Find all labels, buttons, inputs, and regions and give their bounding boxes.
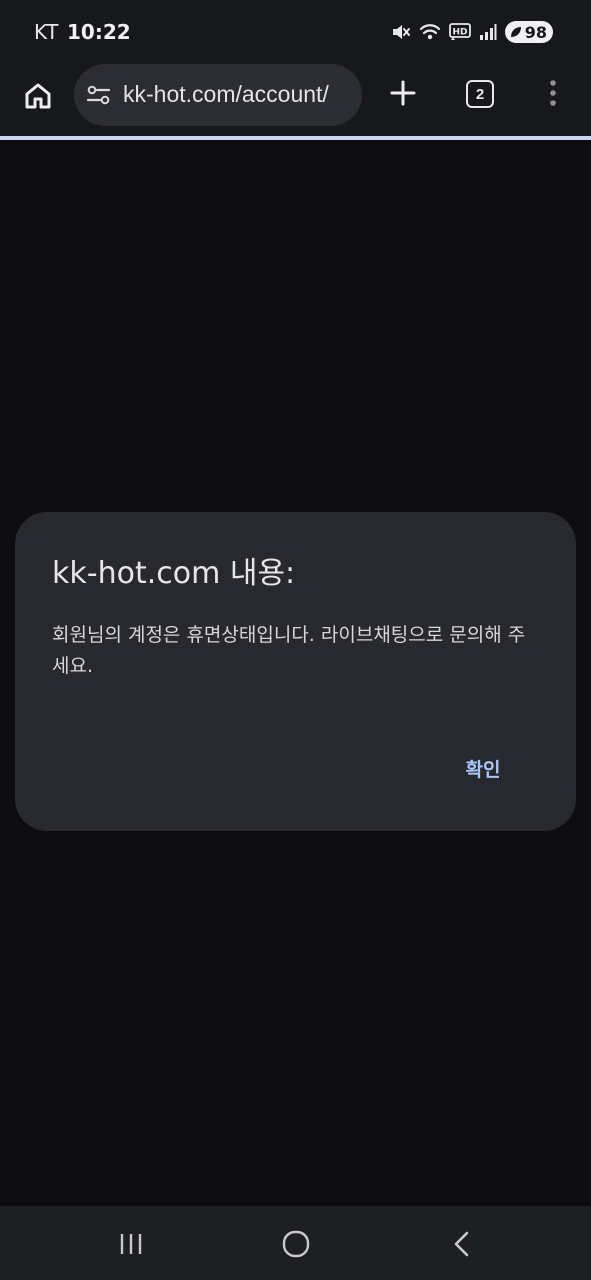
home-button[interactable] [18, 76, 58, 116]
navigation-bar [0, 1206, 591, 1280]
battery-saver-leaf-icon [510, 27, 521, 37]
home-nav-button[interactable] [276, 1226, 316, 1262]
mute-icon [391, 22, 411, 42]
site-settings-icon[interactable] [86, 83, 112, 111]
hd-volte-icon: HD [448, 23, 471, 41]
screen: KT 10:22 HD 98 kk-hot.com/account/ 2 kk-… [0, 0, 591, 1280]
url-text[interactable]: kk-hot.com/account/ [123, 81, 355, 108]
confirm-button[interactable]: 확인 [447, 740, 519, 796]
clock: 10:22 [67, 20, 131, 44]
tab-count: 2 [475, 85, 485, 103]
home-icon [25, 83, 51, 109]
plus-icon [390, 80, 416, 106]
recent-apps-icon [120, 1234, 142, 1254]
alert-dialog: kk-hot.com 내용: 회원님의 계정은 휴면상태입니다. 라이브채팅으로… [15, 512, 576, 831]
back-icon [454, 1231, 469, 1257]
address-bar[interactable]: kk-hot.com/account/ [74, 64, 362, 126]
toolbar-progress-line [0, 136, 591, 140]
back-button[interactable] [442, 1226, 482, 1262]
signal-icon [479, 23, 497, 41]
svg-text:HD: HD [452, 28, 467, 38]
battery-indicator: 98 [504, 21, 553, 43]
browser-toolbar: kk-hot.com/account/ 2 [0, 62, 591, 136]
more-vert-icon [550, 80, 556, 106]
home-circle-icon [282, 1230, 310, 1258]
status-bar: KT 10:22 HD 98 [0, 0, 591, 62]
dialog-title: kk-hot.com 내용: [52, 556, 296, 591]
battery-level: 98 [524, 22, 547, 42]
wifi-icon [419, 22, 441, 42]
dialog-message: 회원님의 계정은 휴면상태입니다. 라이브채팅으로 문의해 주세요. [52, 624, 526, 677]
more-menu-button[interactable] [540, 76, 566, 110]
tab-switcher-button[interactable]: 2 [466, 80, 494, 108]
new-tab-button[interactable] [386, 76, 420, 110]
carrier-label: KT [34, 20, 59, 44]
status-icons: HD 98 [391, 20, 553, 44]
recent-apps-button[interactable] [111, 1226, 151, 1262]
